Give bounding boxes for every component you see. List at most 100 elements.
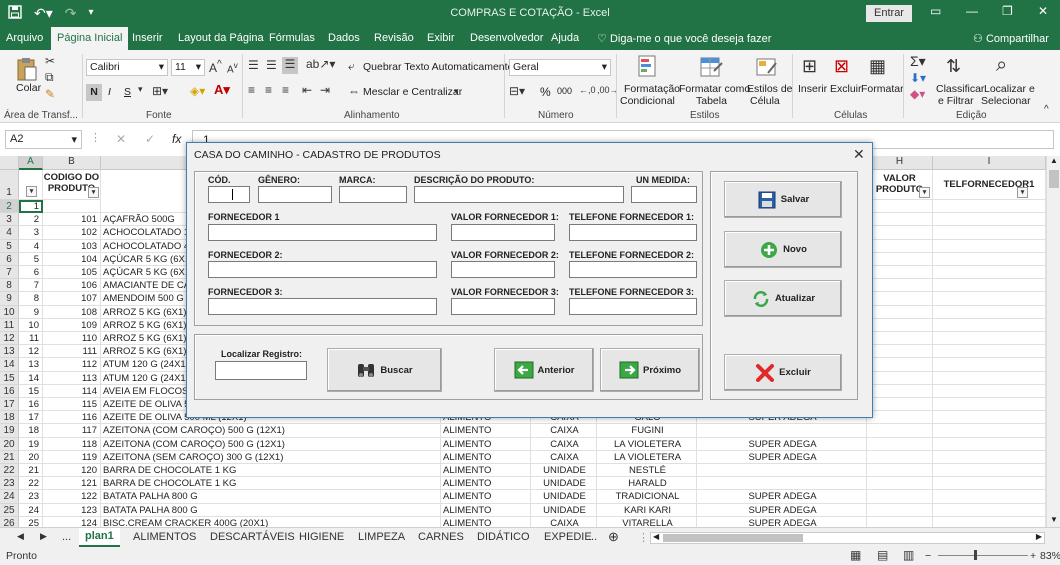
table-cell[interactable]: ALIMENTO xyxy=(441,437,531,451)
fornecedor2-input[interactable] xyxy=(208,261,437,278)
table-cell[interactable] xyxy=(867,384,933,398)
table-cell[interactable]: 3 xyxy=(19,226,43,240)
table-cell[interactable] xyxy=(867,477,933,491)
row-header[interactable]: 12 xyxy=(0,332,19,346)
tab-layout[interactable]: Layout da Página xyxy=(178,32,264,44)
row-header[interactable]: 17 xyxy=(0,398,19,412)
align-middle-icon[interactable]: ☰ xyxy=(266,58,277,72)
sheet-tab-expedie[interactable]: EXPEDIE xyxy=(544,531,592,543)
table-cell[interactable] xyxy=(867,292,933,306)
cod-input[interactable] xyxy=(208,186,250,203)
novo-button[interactable]: Novo xyxy=(724,231,842,268)
format-table-line1[interactable]: Formatar como xyxy=(679,83,750,95)
table-cell[interactable] xyxy=(867,266,933,280)
wrap-text-icon[interactable]: ⤶ xyxy=(348,59,355,74)
row-header[interactable]: 2 xyxy=(0,200,19,214)
table-cell[interactable] xyxy=(933,279,1046,293)
tab-ajuda[interactable]: Ajuda xyxy=(551,32,579,44)
insert-button[interactable]: Inserir xyxy=(798,83,827,95)
prev-sheet-icon[interactable]: ◀ xyxy=(17,531,24,542)
table-cell[interactable] xyxy=(933,305,1046,319)
table-cell[interactable] xyxy=(697,464,867,478)
table-cell[interactable]: HARALD xyxy=(597,477,697,491)
table-cell[interactable]: 109 xyxy=(43,318,101,332)
table-cell[interactable]: 9 xyxy=(19,305,43,319)
row-header[interactable]: 14 xyxy=(0,358,19,372)
table-cell[interactable]: 5 xyxy=(19,252,43,266)
filter-dropdown-icon[interactable]: ▾ xyxy=(1017,187,1028,198)
table-cell[interactable]: UNIDADE xyxy=(531,464,597,478)
table-cell[interactable]: KARI KARI xyxy=(597,503,697,517)
align-top-icon[interactable]: ☰ xyxy=(248,58,259,72)
table-cell[interactable] xyxy=(867,345,933,359)
table-cell[interactable] xyxy=(933,411,1046,425)
column-header-b[interactable]: B xyxy=(43,156,101,170)
descricao-input[interactable] xyxy=(414,186,624,203)
zoom-slider-thumb[interactable] xyxy=(974,550,977,560)
table-cell[interactable] xyxy=(867,358,933,372)
salvar-button[interactable]: Salvar xyxy=(724,181,842,218)
table-cell[interactable]: 2 xyxy=(19,213,43,227)
table-cell[interactable]: 119 xyxy=(43,450,101,464)
tab-desenvolvedor[interactable]: Desenvolvedor xyxy=(470,32,543,44)
sheets-overflow-left[interactable]: ... xyxy=(62,531,71,543)
table-cell[interactable]: 18 xyxy=(19,424,43,438)
table-cell[interactable]: VITARELLA xyxy=(597,516,697,527)
sheets-overflow-right[interactable]: ... xyxy=(588,531,597,543)
table-cell[interactable]: 24 xyxy=(19,503,43,517)
sort-filter-line1[interactable]: Classificar xyxy=(936,83,984,95)
table-cell[interactable]: 115 xyxy=(43,398,101,412)
merge-center-icon[interactable]: ⇔ xyxy=(348,84,360,98)
zoom-out-icon[interactable]: − xyxy=(925,550,931,562)
scroll-right-icon[interactable]: ▶ xyxy=(1036,532,1042,541)
table-cell[interactable]: 19 xyxy=(19,437,43,451)
table-cell[interactable] xyxy=(867,503,933,517)
row-header[interactable]: 8 xyxy=(0,279,19,293)
table-cell[interactable] xyxy=(867,305,933,319)
buscar-button[interactable]: Buscar xyxy=(327,348,442,392)
table-cell[interactable]: 7 xyxy=(19,279,43,293)
table-cell[interactable]: SUPER ADEGA xyxy=(697,516,867,527)
table-cell[interactable]: LA VIOLETERA xyxy=(597,450,697,464)
italic-button[interactable]: I xyxy=(108,86,111,98)
table-cell[interactable] xyxy=(867,490,933,504)
table-cell[interactable]: AZEITONA (COM CAROÇO) 500 G (12X1) xyxy=(101,437,441,451)
find-select-icon[interactable]: ⌕ xyxy=(996,54,1007,77)
sheet-tab-didatico[interactable]: DIDÁTICO xyxy=(477,531,530,543)
fill-color-icon[interactable]: ◈▾ xyxy=(190,84,205,98)
table-cell[interactable] xyxy=(933,424,1046,438)
table-cell[interactable]: 103 xyxy=(43,239,101,253)
increase-indent-icon[interactable]: ⇥ xyxy=(320,83,330,97)
valor1-input[interactable] xyxy=(451,224,555,241)
add-sheet-icon[interactable]: ⊕ xyxy=(608,529,619,545)
align-left-icon[interactable]: ≡ xyxy=(248,83,255,97)
table-cell[interactable] xyxy=(933,384,1046,398)
table-cell[interactable]: 4 xyxy=(19,239,43,253)
accounting-format-icon[interactable]: ⊟▾ xyxy=(509,84,525,98)
row-header[interactable]: 23 xyxy=(0,477,19,491)
tab-inserir[interactable]: Inserir xyxy=(132,32,163,44)
paste-icon[interactable] xyxy=(16,56,38,85)
paste-label[interactable]: Colar xyxy=(16,82,41,94)
table-cell[interactable]: SUPER ADEGA xyxy=(697,490,867,504)
table-cell[interactable] xyxy=(867,516,933,527)
proximo-button[interactable]: Próximo xyxy=(600,348,700,392)
grow-font-icon[interactable]: A^ xyxy=(209,59,222,75)
table-cell[interactable] xyxy=(933,266,1046,280)
column-header-a[interactable]: A xyxy=(19,156,43,170)
sort-filter-line2[interactable]: e Filtrar xyxy=(938,95,974,107)
sheet-tab-limpeza[interactable]: LIMPEZA xyxy=(358,531,405,543)
telefone3-input[interactable] xyxy=(569,298,697,315)
align-right-icon[interactable]: ≡ xyxy=(282,83,289,97)
row-header[interactable]: 9 xyxy=(0,292,19,306)
table-cell[interactable]: 12 xyxy=(19,345,43,359)
excluir-button[interactable]: Excluir xyxy=(724,354,842,391)
name-box[interactable]: A2 ▾ xyxy=(5,130,82,149)
table-cell[interactable] xyxy=(697,424,867,438)
tab-formulas[interactable]: Fórmulas xyxy=(269,32,315,44)
valor2-input[interactable] xyxy=(451,261,555,278)
table-cell[interactable]: 112 xyxy=(43,358,101,372)
table-cell[interactable] xyxy=(933,226,1046,240)
table-cell[interactable] xyxy=(867,226,933,240)
table-cell[interactable]: 13 xyxy=(19,358,43,372)
